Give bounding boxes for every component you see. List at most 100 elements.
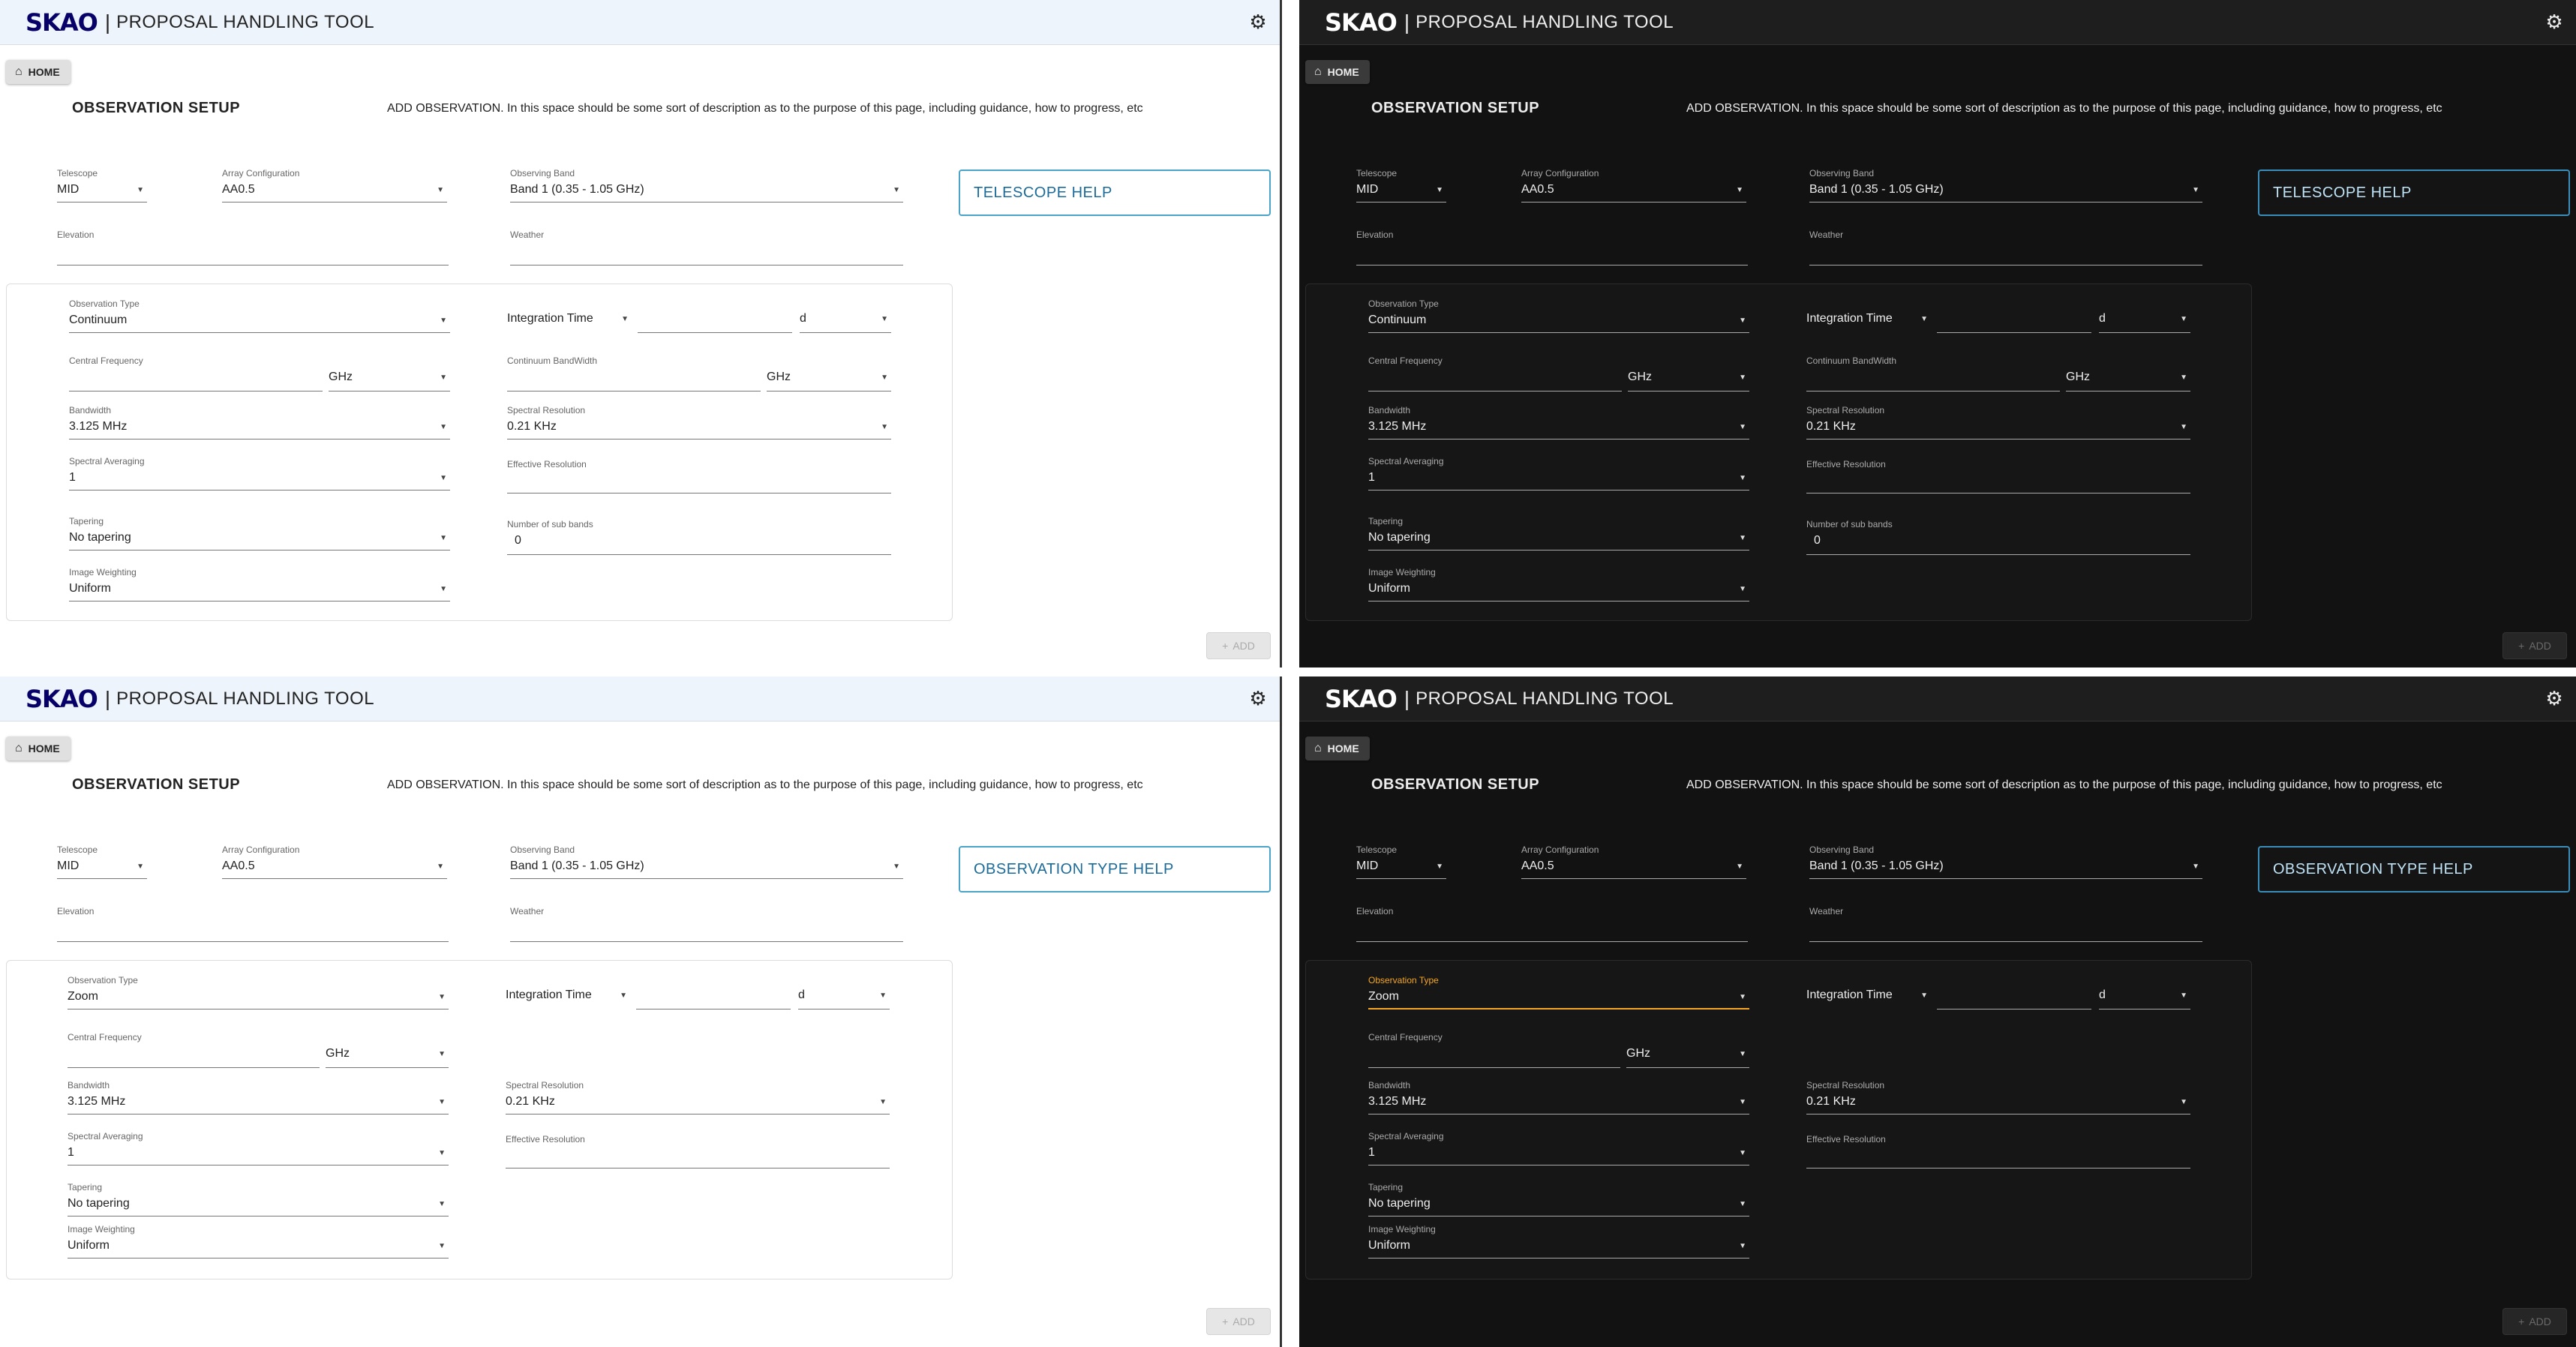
array-configuration-select[interactable]: Array Configuration AA0.5 ▼ [222, 168, 447, 202]
effective-resolution-field[interactable]: Effective Resolution [1806, 1134, 2190, 1168]
telescope-select[interactable]: Telescope MID ▼ [1356, 168, 1446, 202]
image-weighting-select[interactable]: Image Weighting Uniform ▼ [1368, 567, 1749, 602]
observation-type-select[interactable]: Observation Type Zoom ▼ [1368, 975, 1749, 1010]
number-of-sub-bands-input[interactable]: Number of sub bands 0 [1806, 519, 2190, 555]
central-frequency-input[interactable]: Central Frequency [68, 1032, 320, 1068]
field-label: Array Configuration [1521, 168, 1599, 178]
observing-band-select[interactable]: Observing Band Band 1 (0.35 - 1.05 GHz) ▼ [1809, 168, 2202, 202]
array-configuration-select[interactable]: Array Configuration AA0.5 ▼ [222, 844, 447, 879]
bandwidth-select[interactable]: Bandwidth 3.125 MHz ▼ [68, 1080, 449, 1114]
skao-logo[interactable]: SKAO [1325, 8, 1398, 37]
chevron-down-icon: ▼ [620, 992, 627, 1000]
tapering-select[interactable]: Tapering No tapering ▼ [68, 1182, 449, 1216]
spectral-resolution-select[interactable]: Spectral Resolution 0.21 KHz ▼ [507, 405, 891, 440]
home-button[interactable]: ⌂ HOME [1305, 60, 1370, 84]
central-frequency-input[interactable]: Central Frequency [1368, 356, 1622, 392]
title-separator: | [104, 686, 111, 710]
weather-field[interactable]: Weather [510, 906, 903, 942]
help-panel-title[interactable]: TELESCOPE HELP [959, 170, 1271, 216]
telescope-select[interactable]: Telescope MID ▼ [1356, 844, 1446, 879]
help-panel-title[interactable]: TELESCOPE HELP [2258, 170, 2570, 216]
central-frequency-input[interactable]: Central Frequency [1368, 1032, 1620, 1068]
integration-time-unit-select[interactable]: d ▼ [2099, 310, 2190, 333]
telescope-select[interactable]: Telescope MID ▼ [57, 844, 147, 879]
continuum-bandwidth-input[interactable]: Continuum BandWidth [507, 356, 761, 392]
integration-time-input[interactable] [1937, 310, 2091, 333]
array-configuration-select[interactable]: Array Configuration AA0.5 ▼ [1521, 844, 1746, 879]
continuum-bandwidth-unit-select[interactable]: GHz ▼ [2066, 369, 2190, 392]
central-frequency-unit-select[interactable]: GHz ▼ [1628, 369, 1749, 392]
integration-time-unit-type-select[interactable]: Integration Time ▼ [506, 987, 630, 1010]
elevation-field[interactable]: Elevation [57, 230, 449, 266]
central-frequency-unit-select[interactable]: GHz ▼ [326, 1046, 449, 1068]
spectral-averaging-select[interactable]: Spectral Averaging 1 ▼ [1368, 1131, 1749, 1166]
weather-field[interactable]: Weather [1809, 230, 2202, 266]
weather-field[interactable]: Weather [1809, 906, 2202, 942]
number-of-sub-bands-input[interactable]: Number of sub bands 0 [507, 519, 891, 555]
home-button[interactable]: ⌂ HOME [6, 736, 71, 760]
observing-band-select[interactable]: Observing Band Band 1 (0.35 - 1.05 GHz) ▼ [510, 844, 903, 879]
continuum-bandwidth-unit-select[interactable]: GHz ▼ [767, 369, 891, 392]
effective-resolution-field[interactable]: Effective Resolution [507, 459, 891, 494]
central-frequency-unit-select[interactable]: GHz ▼ [1626, 1046, 1749, 1068]
central-frequency-unit-select[interactable]: GHz ▼ [329, 369, 450, 392]
effective-resolution-field[interactable]: Effective Resolution [1806, 459, 2190, 494]
spectral-averaging-select[interactable]: Spectral Averaging 1 ▼ [1368, 456, 1749, 490]
gear-icon[interactable]: ⚙ [2543, 10, 2565, 33]
observation-type-select[interactable]: Observation Type Continuum ▼ [1368, 298, 1749, 333]
gear-icon[interactable]: ⚙ [1247, 10, 1269, 33]
integration-time-input[interactable] [1937, 987, 2091, 1010]
home-button-label: HOME [28, 742, 60, 754]
continuum-bandwidth-input[interactable]: Continuum BandWidth [1806, 356, 2060, 392]
observation-type-select[interactable]: Observation Type Continuum ▼ [69, 298, 450, 333]
home-button[interactable]: ⌂ HOME [1305, 736, 1370, 760]
home-button[interactable]: ⌂ HOME [6, 60, 71, 84]
integration-time-unit-select[interactable]: d ▼ [800, 310, 891, 333]
observation-type-select[interactable]: Observation Type Zoom ▼ [68, 975, 449, 1010]
integration-time-unit-type-select[interactable]: Integration Time ▼ [1806, 987, 1931, 1010]
weather-field[interactable]: Weather [510, 230, 903, 266]
gear-icon[interactable]: ⚙ [2543, 687, 2565, 710]
integration-time-unit-select[interactable]: d ▼ [798, 987, 890, 1010]
image-weighting-select[interactable]: Image Weighting Uniform ▼ [69, 567, 450, 602]
central-frequency-input[interactable]: Central Frequency [69, 356, 323, 392]
elevation-field[interactable]: Elevation [57, 906, 449, 942]
image-weighting-select[interactable]: Image Weighting Uniform ▼ [1368, 1224, 1749, 1258]
observing-band-select[interactable]: Observing Band Band 1 (0.35 - 1.05 GHz) ▼ [510, 168, 903, 202]
skao-logo[interactable]: SKAO [26, 685, 98, 713]
bandwidth-select[interactable]: Bandwidth 3.125 MHz ▼ [1368, 405, 1749, 440]
spectral-resolution-select[interactable]: Spectral Resolution 0.21 KHz ▼ [1806, 1080, 2190, 1114]
skao-logo[interactable]: SKAO [26, 8, 98, 37]
tapering-select[interactable]: Tapering No tapering ▼ [1368, 516, 1749, 550]
integration-time-unit-select[interactable]: d ▼ [2099, 987, 2190, 1010]
spectral-resolution-select[interactable]: Spectral Resolution 0.21 KHz ▼ [1806, 405, 2190, 440]
integration-time-unit-type-select[interactable]: Integration Time ▼ [1806, 310, 1931, 333]
field-label: Observing Band [1809, 168, 1875, 178]
telescope-select[interactable]: Telescope MID ▼ [57, 168, 147, 202]
help-panel-title[interactable]: OBSERVATION TYPE HELP [959, 846, 1271, 892]
observing-band-select[interactable]: Observing Band Band 1 (0.35 - 1.05 GHz) ▼ [1809, 844, 2202, 879]
elevation-field[interactable]: Elevation [1356, 230, 1748, 266]
effective-resolution-field[interactable]: Effective Resolution [506, 1134, 890, 1168]
add-button[interactable]: + ADD [1206, 632, 1271, 659]
add-button[interactable]: + ADD [2502, 632, 2567, 659]
bandwidth-select[interactable]: Bandwidth 3.125 MHz ▼ [1368, 1080, 1749, 1114]
integration-time-input[interactable] [636, 987, 791, 1010]
field-underline [68, 1165, 449, 1166]
help-panel-title[interactable]: OBSERVATION TYPE HELP [2258, 846, 2570, 892]
spectral-averaging-select[interactable]: Spectral Averaging 1 ▼ [69, 456, 450, 490]
spectral-resolution-select[interactable]: Spectral Resolution 0.21 KHz ▼ [506, 1080, 890, 1114]
gear-icon[interactable]: ⚙ [1247, 687, 1269, 710]
tapering-select[interactable]: Tapering No tapering ▼ [69, 516, 450, 550]
integration-time-input[interactable] [638, 310, 792, 333]
spectral-averaging-select[interactable]: Spectral Averaging 1 ▼ [68, 1131, 449, 1166]
elevation-field[interactable]: Elevation [1356, 906, 1748, 942]
skao-logo[interactable]: SKAO [1325, 685, 1398, 713]
image-weighting-select[interactable]: Image Weighting Uniform ▼ [68, 1224, 449, 1258]
add-button[interactable]: + ADD [2502, 1308, 2567, 1335]
integration-time-unit-type-select[interactable]: Integration Time ▼ [507, 310, 632, 333]
bandwidth-select[interactable]: Bandwidth 3.125 MHz ▼ [69, 405, 450, 440]
array-configuration-select[interactable]: Array Configuration AA0.5 ▼ [1521, 168, 1746, 202]
add-button[interactable]: + ADD [1206, 1308, 1271, 1335]
tapering-select[interactable]: Tapering No tapering ▼ [1368, 1182, 1749, 1216]
